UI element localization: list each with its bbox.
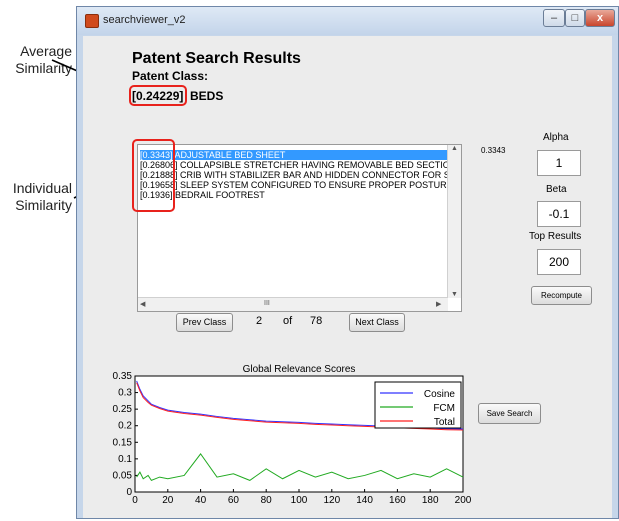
x-tick-label: 40 [195,495,207,506]
result-row[interactable]: [0.26806] COLLAPSIBLE STRETCHER HAVING R… [140,160,456,170]
scroll-left-icon[interactable]: ◀ [140,300,145,308]
x-tick-label: 60 [228,495,240,506]
x-tick-label: 120 [323,495,340,506]
y-tick-label: 0.2 [118,421,132,432]
patent-class-name: BEDS [190,89,224,103]
y-tick-label: 0.15 [113,437,133,448]
horizontal-scrollbar[interactable]: ◀ III ▶ [138,297,448,311]
title-bar: searchviewer_v2 – □ x [77,7,618,35]
result-title: SLEEP SYSTEM CONFIGURED TO ENSURE PROPER… [177,180,462,190]
selected-score: 0.3343 [481,146,506,155]
maximize-button[interactable]: □ [565,9,585,27]
window-title: searchviewer_v2 [103,14,186,26]
result-title: COLLAPSIBLE STRETCHER HAVING REMOVABLE B… [177,160,457,170]
relevance-chart: Global Relevance Scores 0 20 40 60 80 100 120 14… [113,364,472,506]
chart-title: Global Relevance Scores [243,364,356,375]
result-row[interactable]: [0.3343] ADJUSTABLE BED SHEET [140,150,450,160]
beta-field[interactable]: -0.1 [537,201,581,227]
result-title: BEDRAIL FOOTREST [172,190,265,200]
x-tick-label: 140 [356,495,373,506]
figure-content: Patent Search Results Patent Class: [0.2… [83,36,612,518]
legend-label: Total [434,417,455,428]
x-tick-label: 80 [261,495,273,506]
result-title: CRIB WITH STABILIZER BAR AND HIDDEN CONN… [177,170,461,180]
result-title: ADJUSTABLE BED SHEET [172,150,286,160]
x-tick-label: 100 [291,495,308,506]
y-tick-label: 0.25 [113,404,133,415]
app-window: searchviewer_v2 – □ x Patent Search Resu… [76,6,619,519]
app-icon [85,14,99,28]
result-row[interactable]: [0.19658] SLEEP SYSTEM CONFIGURED TO ENS… [140,180,462,190]
results-listbox[interactable]: [0.3343] ADJUSTABLE BED SHEET [0.26806] C… [137,144,462,312]
x-tick-label: 160 [389,495,406,506]
vertical-scrollbar[interactable]: ▲ ▼ [447,145,461,298]
scroll-thumb[interactable]: III [264,300,270,307]
close-button[interactable]: x [585,9,615,27]
x-tick-label: 200 [455,495,472,506]
alpha-field[interactable]: 1 [537,150,581,176]
top-results-label: Top Results [529,231,582,242]
scroll-right-icon[interactable]: ▶ [436,300,441,308]
page-current: 2 [256,315,263,327]
beta-label: Beta [546,184,567,195]
result-row[interactable]: [0.21888] CRIB WITH STABILIZER BAR AND H… [140,170,461,180]
page-of-label: of [283,315,293,327]
average-similarity-highlight [129,85,187,106]
prev-class-button[interactable]: Prev Class [176,313,233,332]
x-tick-label: 0 [132,495,138,506]
y-tick-label: 0.05 [113,470,133,481]
y-tick-label: 0.1 [118,454,132,465]
top-results-field[interactable]: 200 [537,249,581,275]
y-tick-label: 0.3 [118,388,132,399]
y-tick-label: 0 [126,487,132,498]
scroll-up-icon[interactable]: ▲ [448,145,461,152]
x-tick-label: 180 [422,495,439,506]
next-class-button[interactable]: Next Class [349,313,405,332]
page-title: Patent Search Results [132,50,301,67]
individual-similarity-highlight [132,139,175,212]
minimize-button[interactable]: – [543,9,565,27]
page-total: 78 [310,315,323,327]
legend-label: Cosine [424,389,456,400]
x-tick-label: 20 [162,495,174,506]
recompute-button[interactable]: Recompute [531,286,592,305]
save-search-button[interactable]: Save Search [478,403,541,424]
alpha-label: Alpha [543,132,569,143]
y-tick-label: 0.35 [113,371,133,382]
patent-class-label: Patent Class: [132,69,209,83]
legend-label: FCM [433,403,455,414]
scroll-down-icon[interactable]: ▼ [448,291,461,298]
